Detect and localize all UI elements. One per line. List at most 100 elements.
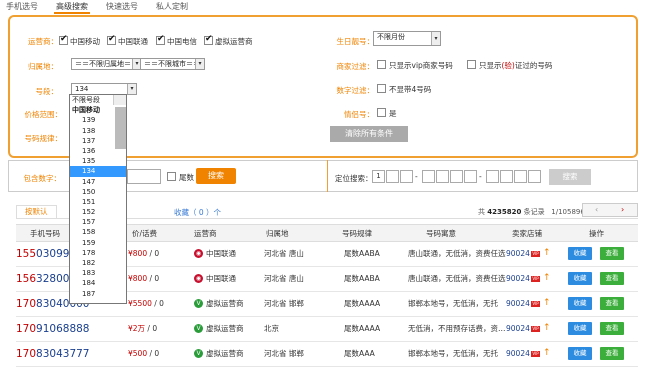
couple-checkbox[interactable] <box>377 108 386 117</box>
birthday-select[interactable]: 不限月份 ▾ <box>373 31 441 46</box>
verified-checkbox[interactable] <box>467 60 476 69</box>
view-button[interactable]: 查看 <box>600 322 624 335</box>
dropdown-option[interactable]: 157 <box>70 217 126 227</box>
province-select[interactable]: ＝＝不限归属地＝ ▾ <box>71 58 142 70</box>
region: 河北省 唐山 <box>264 249 304 258</box>
arrow-up-icon: ↑ <box>543 298 551 308</box>
phone-number[interactable]: 17083043777 <box>16 342 90 366</box>
carrier-virtual-checkbox[interactable] <box>204 34 213 45</box>
vip-flag-icon: VIP <box>531 251 540 257</box>
table-row[interactable]: 17091068888 ¥2万 / 0 V 虚拟运营商 北京 尾数AAAA 无低消，不用预存… <box>16 317 638 342</box>
dropdown-option[interactable]: 147 <box>70 177 126 187</box>
position-digit-1[interactable]: 1 <box>372 170 385 183</box>
dropdown-option[interactable]: 187 <box>70 289 126 299</box>
view-button[interactable]: 查看 <box>600 272 624 285</box>
dropdown-option[interactable]: 150 <box>70 187 126 197</box>
vip-flag-icon: VIP <box>531 326 540 332</box>
arrow-up-icon: ↑ <box>543 248 551 258</box>
dropdown-option[interactable]: 152 <box>70 207 126 217</box>
phone-number[interactable]: 17091068888 <box>16 317 90 341</box>
chevron-down-icon: ▾ <box>127 84 136 94</box>
top-nav: 手机选号 高级搜索 快速选号 私人定制 <box>4 0 190 14</box>
tab-private-custom[interactable]: 私人定制 <box>154 0 190 14</box>
shop-link[interactable]: 90024 <box>506 242 530 266</box>
tab-quick-select[interactable]: 快速选号 <box>104 0 140 14</box>
vip-vendor-checkbox[interactable] <box>377 60 386 69</box>
table-row[interactable]: 17083043777 ¥500 / 0 V 虚拟运营商 河北省 邯郸 尾数AAA 邯郸本地… <box>16 342 638 367</box>
position-digit-8[interactable] <box>486 170 499 183</box>
tail-checkbox[interactable] <box>167 172 176 181</box>
vendor-filter-label: 商家过滤： <box>336 62 375 71</box>
col-meaning: 号码寓意 <box>426 229 456 238</box>
view-button[interactable]: 查看 <box>600 247 624 260</box>
shop-link[interactable]: 90024 <box>506 267 530 291</box>
prev-page-icon[interactable]: ‹ <box>595 204 598 216</box>
dropdown-option[interactable]: 158 <box>70 227 126 237</box>
dropdown-option[interactable]: 134 <box>70 166 126 177</box>
tab-advanced-search[interactable]: 高级搜索 <box>54 0 90 14</box>
contains-input[interactable] <box>127 169 161 184</box>
position-digit-2[interactable] <box>386 170 399 183</box>
price: ¥800 / 0 <box>128 249 160 258</box>
carrier-telecom-checkbox[interactable] <box>156 34 165 45</box>
position-digit-9[interactable] <box>500 170 513 183</box>
position-digit-6[interactable] <box>450 170 463 183</box>
dropdown-option[interactable]: 151 <box>70 197 126 207</box>
dash: - <box>479 172 482 181</box>
tab-phone-select[interactable]: 手机选号 <box>4 0 40 14</box>
collect-count[interactable]: 收藏（ 0 ）个 <box>174 207 221 218</box>
collect-button[interactable]: 收藏 <box>568 247 592 260</box>
pattern: 尾数AAAA <box>344 299 381 308</box>
carrier-mobile-checkbox[interactable] <box>59 34 68 45</box>
no-four-checkbox[interactable] <box>377 84 386 93</box>
position-digit-11[interactable] <box>528 170 541 183</box>
position-search-label: 定位搜索： <box>335 174 373 183</box>
carrier-name: 虚拟运营商 <box>206 324 244 333</box>
shop-link[interactable]: 90024 <box>506 342 530 366</box>
dropdown-option[interactable]: 184 <box>70 278 126 288</box>
position-digit-10[interactable] <box>514 170 527 183</box>
collect-button[interactable]: 收藏 <box>568 347 592 360</box>
pager: ‹ › <box>582 203 638 217</box>
arrow-up-icon: ↑ <box>543 348 551 358</box>
position-digit-4[interactable] <box>422 170 435 183</box>
carrier-unicom-checkbox[interactable] <box>107 34 116 45</box>
carrier-name: 虚拟运营商 <box>206 349 244 358</box>
carrier-logo-icon: V <box>194 324 203 333</box>
city-select[interactable]: ＝＝不限城市＝＝ ▾ <box>140 58 205 70</box>
dropdown-option[interactable]: 135 <box>70 156 126 166</box>
collect-button[interactable]: 收藏 <box>568 322 592 335</box>
search-button[interactable]: 搜索 <box>196 168 236 184</box>
shop-link[interactable]: 90024 <box>506 292 530 316</box>
position-digit-7[interactable] <box>464 170 477 183</box>
collect-button[interactable]: 收藏 <box>568 297 592 310</box>
shop-link[interactable]: 90024 <box>506 317 530 341</box>
region: 河北省 邯郸 <box>264 349 304 358</box>
col-shop: 卖家店铺 <box>512 229 542 238</box>
birthday-label: 生日靓号： <box>336 37 375 46</box>
price: ¥5500 / 0 <box>128 299 164 308</box>
position-search-button[interactable]: 搜索 <box>549 169 591 185</box>
digit-filter-label: 数字过滤： <box>336 86 375 95</box>
dropdown-option[interactable]: 183 <box>70 268 126 278</box>
dropdown-option[interactable]: 178 <box>70 248 126 258</box>
dropdown-option[interactable]: 182 <box>70 258 126 268</box>
next-page-icon[interactable]: › <box>621 204 624 216</box>
dropdown-scrollbar[interactable] <box>113 95 126 149</box>
view-button[interactable]: 查看 <box>600 347 624 360</box>
col-price: 价/话费 <box>132 229 158 238</box>
tab-sort-default[interactable]: 按默认 <box>16 205 57 218</box>
clear-all-button[interactable]: 清除所有条件 <box>330 126 408 142</box>
chevron-down-icon: ▾ <box>431 32 440 45</box>
col-carrier: 运营商 <box>194 229 217 238</box>
carrier-label: 运营商： <box>28 37 58 46</box>
segment-dropdown[interactable]: 不限号段 中国移动 139 138 137 136 135 134 147 150 151 152 15… <box>69 94 127 304</box>
couple-opt-label: 是 <box>389 109 397 118</box>
dropdown-option[interactable]: 159 <box>70 238 126 248</box>
price-label: 价格范围： <box>24 110 63 119</box>
position-digit-5[interactable] <box>436 170 449 183</box>
position-digit-3[interactable] <box>400 170 413 183</box>
collect-button[interactable]: 收藏 <box>568 272 592 285</box>
no-four-label: 不显带4号码 <box>389 85 432 94</box>
view-button[interactable]: 查看 <box>600 297 624 310</box>
